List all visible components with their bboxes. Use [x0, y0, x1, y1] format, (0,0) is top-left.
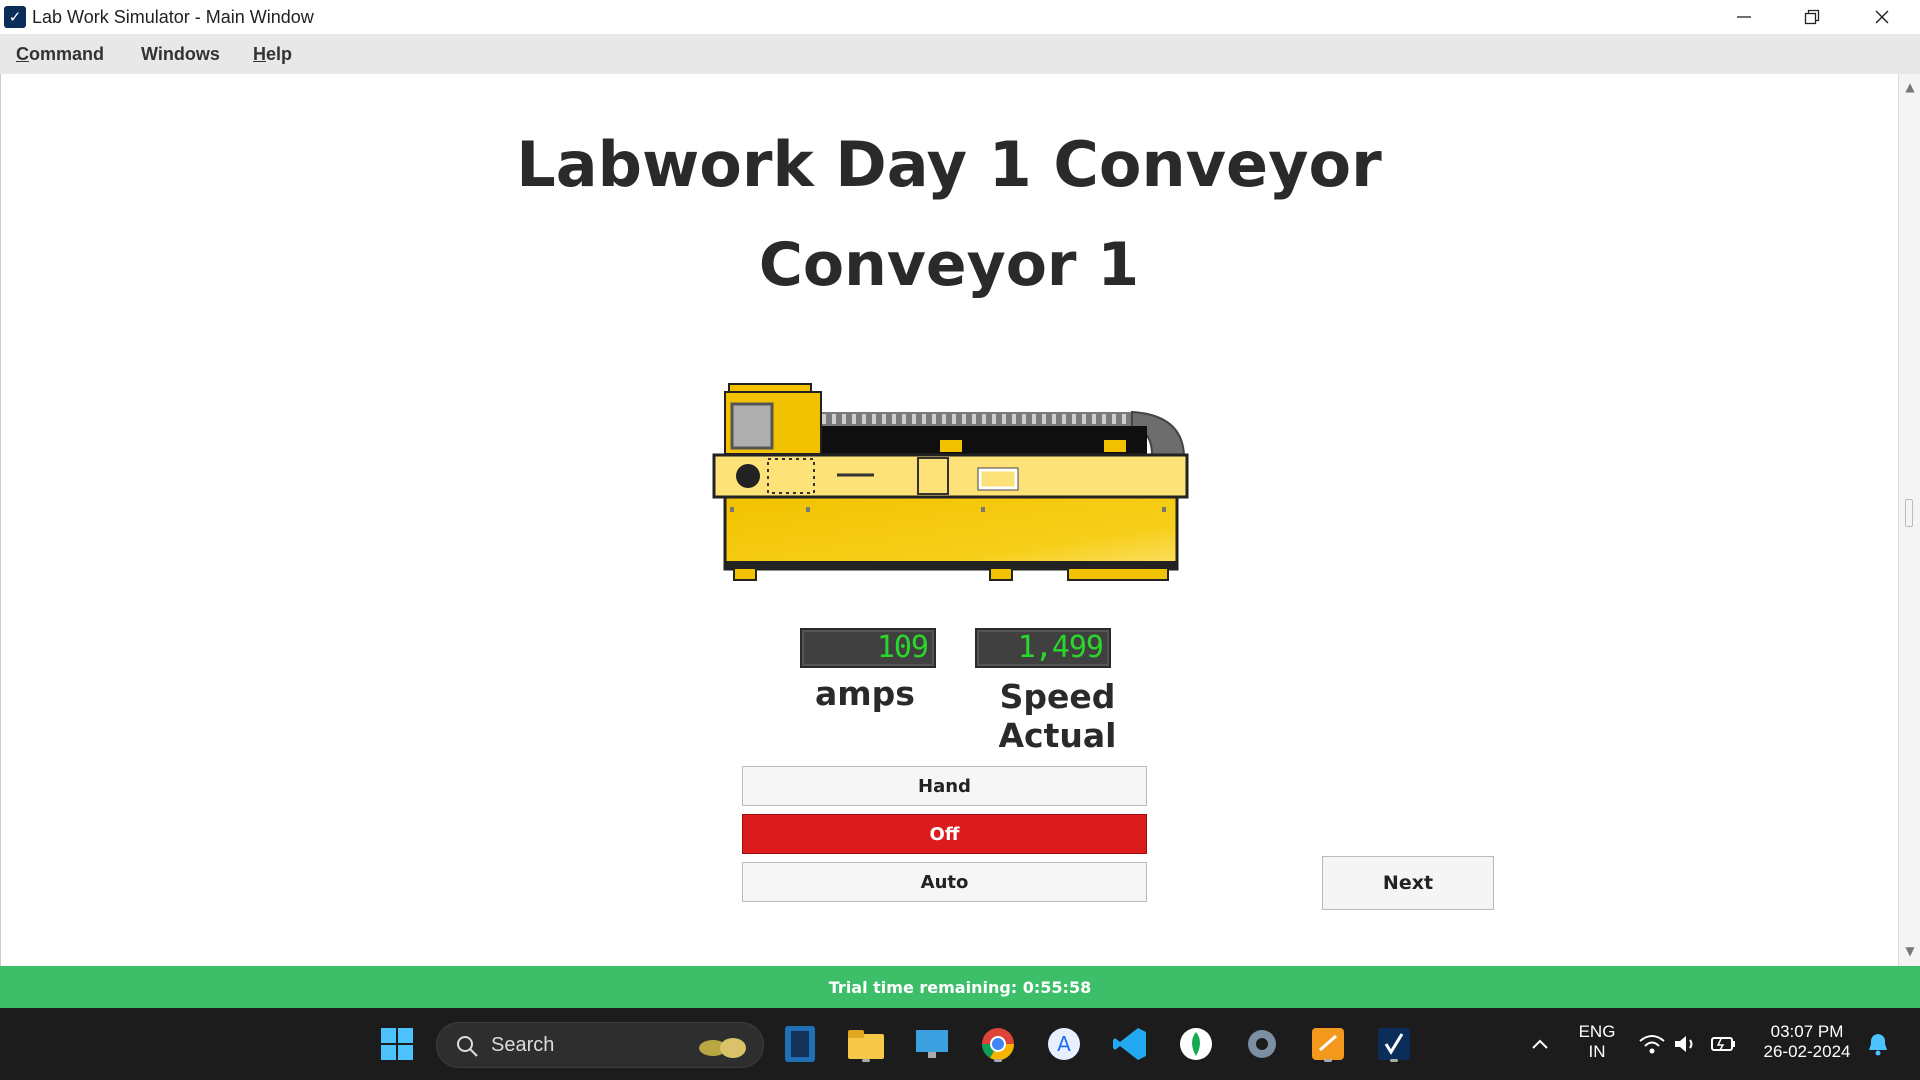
file-explorer-icon[interactable]: [844, 1022, 888, 1066]
taskbar-search[interactable]: Search: [436, 1022, 764, 1068]
conveyor-title: Conveyor 1: [758, 230, 1140, 300]
hand-button[interactable]: Hand: [742, 766, 1147, 806]
windows-logo-icon: [381, 1028, 413, 1060]
window-title: Lab Work Simulator - Main Window: [32, 7, 314, 27]
minimize-button[interactable]: [1710, 0, 1778, 34]
desktop-app-icon[interactable]: [910, 1022, 954, 1066]
chrome-icon[interactable]: [976, 1022, 1020, 1066]
language-indicator[interactable]: ENG IN: [1572, 1022, 1622, 1062]
close-icon: [1875, 10, 1889, 24]
clock-time: 03:07 PM: [1770, 1022, 1844, 1041]
restore-icon: [1804, 9, 1820, 25]
next-button[interactable]: Next: [1322, 856, 1494, 910]
scroll-down-icon[interactable]: ▼: [1903, 944, 1917, 958]
page-title: Labwork Day 1 Conveyor: [516, 128, 1382, 201]
start-button[interactable]: [375, 1022, 419, 1066]
conveyor-illustration: [712, 383, 1189, 581]
speed-label: Speed Actual: [998, 677, 1117, 755]
menu-command[interactable]: Command: [16, 44, 104, 65]
language-region: IN: [1588, 1042, 1606, 1061]
vscode-icon[interactable]: [1108, 1022, 1152, 1066]
search-label: Search: [491, 1034, 555, 1056]
menu-command-accel: C: [16, 44, 29, 64]
amps-label: amps: [815, 674, 915, 713]
mongodb-icon[interactable]: [1174, 1022, 1218, 1066]
taskbar: Search A ENG IN 03:07 PM 26-02-2024: [0, 1008, 1920, 1080]
settings-gear-icon[interactable]: [1240, 1022, 1284, 1066]
clock[interactable]: 03:07 PM 26-02-2024: [1752, 1022, 1862, 1062]
language-code: ENG: [1578, 1022, 1616, 1041]
menu-help-label: elp: [266, 44, 293, 64]
app-store-icon[interactable]: A: [1042, 1022, 1086, 1066]
search-highlight-icon: [699, 1038, 746, 1058]
menu-help-accel: H: [253, 44, 266, 64]
clock-date: 26-02-2024: [1763, 1042, 1851, 1061]
amps-display: 109: [800, 628, 936, 668]
menu-windows[interactable]: Windows: [141, 44, 220, 65]
taskbar-app-calculator-icon[interactable]: [778, 1022, 822, 1066]
menu-command-label: ommand: [29, 44, 105, 64]
menu-windows-label: Windows: [141, 44, 220, 64]
vertical-scrollbar[interactable]: ▲ ▼: [1898, 74, 1920, 966]
battery-icon[interactable]: [1702, 1022, 1746, 1066]
notification-bell-icon[interactable]: [1856, 1022, 1900, 1066]
svg-text:A: A: [1057, 1032, 1071, 1056]
sublime-app-icon[interactable]: [1306, 1022, 1350, 1066]
lab-simulator-taskbar-icon[interactable]: [1372, 1022, 1416, 1066]
speed-display: 1,499: [975, 628, 1111, 668]
search-icon: [457, 1036, 478, 1057]
restore-button[interactable]: [1778, 0, 1846, 34]
minimize-icon: [1737, 16, 1751, 18]
off-button[interactable]: Off: [742, 814, 1147, 854]
tray-chevron-up-icon[interactable]: [1518, 1022, 1562, 1066]
scroll-up-icon[interactable]: ▲: [1903, 80, 1917, 94]
auto-button[interactable]: Auto: [742, 862, 1147, 902]
menu-help[interactable]: Help: [253, 44, 292, 65]
trial-status-bar: Trial time remaining: 0:55:58: [0, 966, 1920, 1008]
close-button[interactable]: [1848, 0, 1916, 34]
app-checkmark-icon: ✓: [4, 6, 26, 28]
menu-bar: Command Windows Help: [0, 34, 1920, 74]
scroll-thumb[interactable]: [1905, 499, 1913, 527]
title-bar: ✓ Lab Work Simulator - Main Window: [0, 0, 1920, 34]
